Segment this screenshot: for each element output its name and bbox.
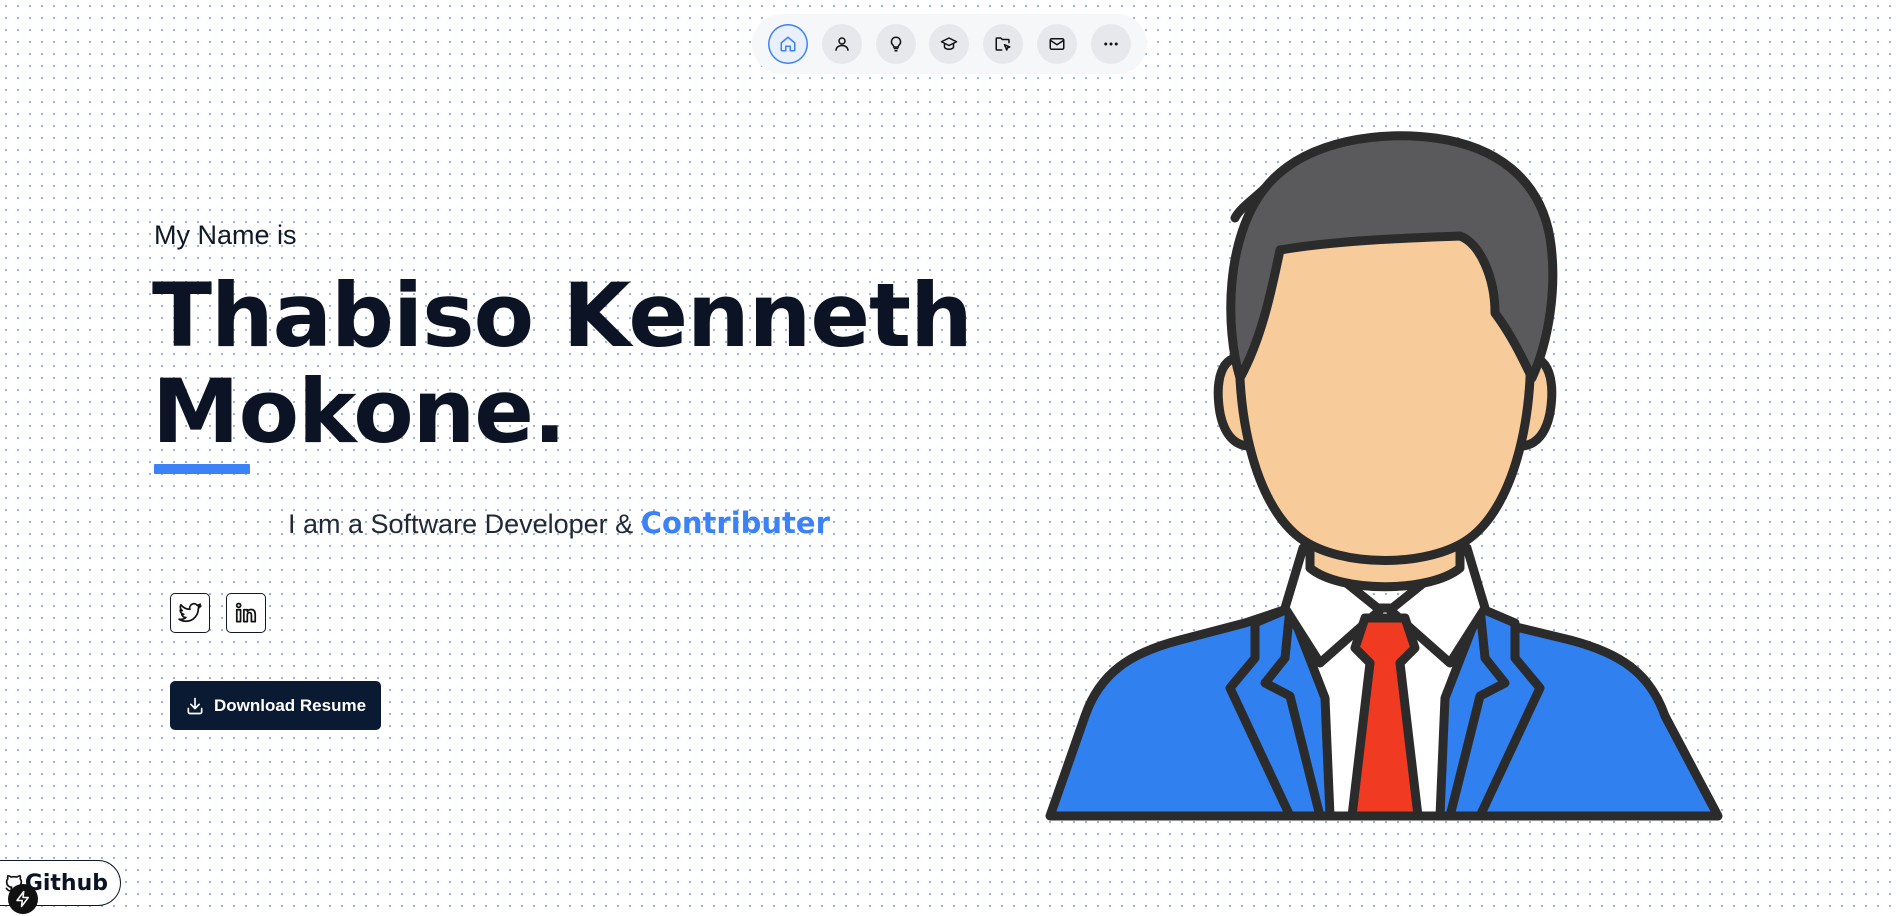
more-icon	[1104, 42, 1118, 46]
twitter-link[interactable]	[170, 593, 210, 633]
hero-name: Thabiso Kenneth Mokone.	[152, 268, 1012, 460]
nav-projects-button[interactable]	[983, 24, 1024, 64]
github-label: Github	[24, 870, 108, 896]
user-icon	[835, 37, 849, 51]
lightbulb-icon	[890, 36, 901, 52]
download-resume-label: Download Resume	[213, 695, 367, 715]
nav-more-button[interactable]	[1090, 24, 1131, 64]
nav-home-button[interactable]	[768, 24, 808, 64]
nav-skills-button[interactable]	[875, 24, 916, 64]
mail-icon	[1049, 38, 1065, 50]
nav-contact-button[interactable]	[1037, 24, 1078, 64]
hero-name-line2: Mokone.	[152, 360, 566, 463]
download-icon	[187, 697, 203, 714]
twitter-icon	[178, 602, 202, 623]
linkedin-link[interactable]	[226, 593, 266, 633]
bolt-badge[interactable]	[8, 884, 38, 914]
tagline: I am a Software Developer & Contributer	[288, 506, 830, 540]
graduation-cap-icon	[941, 37, 958, 50]
nav-education-button[interactable]	[929, 24, 970, 64]
tagline-highlight: Contributer	[640, 506, 830, 540]
avatar-illustration	[1045, 131, 1723, 821]
hero-name-line1: Thabiso Kenneth	[152, 264, 973, 367]
name-underline	[154, 464, 250, 474]
home-icon	[780, 36, 796, 52]
intro-text: My Name is	[154, 220, 297, 250]
linkedin-icon	[235, 602, 257, 623]
lightning-icon	[16, 890, 29, 908]
nav-about-button[interactable]	[821, 24, 862, 64]
tagline-text: I am a Software Developer &	[288, 509, 641, 539]
download-resume-button[interactable]: Download Resume	[170, 681, 381, 730]
folder-pointer-icon	[995, 37, 1011, 51]
top-nav	[752, 14, 1147, 74]
